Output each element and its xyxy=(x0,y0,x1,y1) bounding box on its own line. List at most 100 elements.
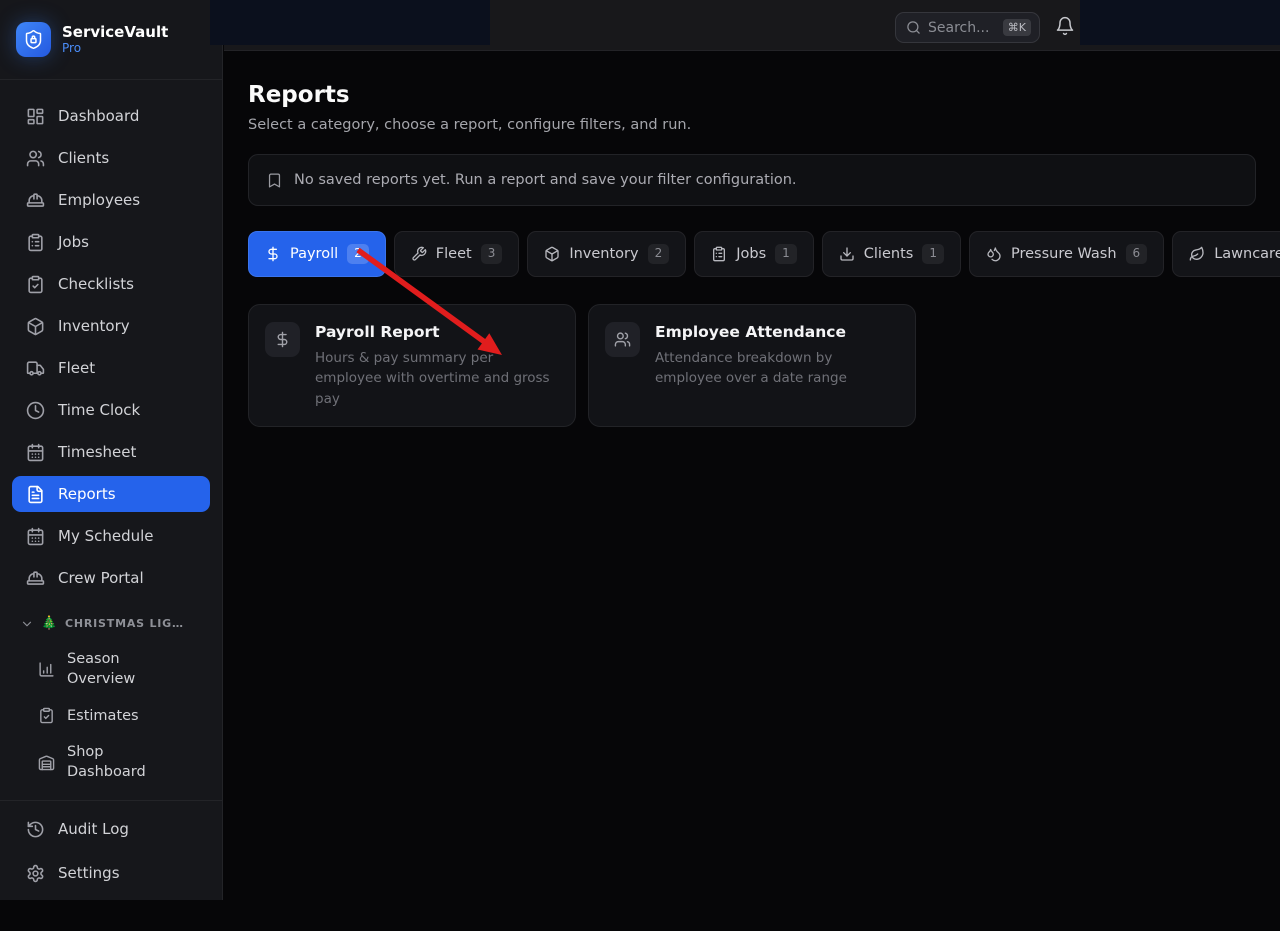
tab-jobs[interactable]: Jobs 1 xyxy=(694,231,814,277)
clipboard-check-icon xyxy=(26,275,45,294)
category-tabs: Payroll 2 Fleet 3 Inventory 2 Jobs 1 Cli… xyxy=(248,231,1256,277)
tab-label: Jobs xyxy=(736,246,766,262)
tab-label: Inventory xyxy=(569,246,638,262)
report-card-description: Hours & pay summary per employee with ov… xyxy=(315,348,555,409)
report-card-description: Attendance breakdown by employee over a … xyxy=(655,348,895,389)
chevron-down-icon xyxy=(20,617,34,631)
sidebar-item-label: Employees xyxy=(58,191,140,209)
dollar-icon xyxy=(265,322,300,357)
brand[interactable]: ServiceVault Pro xyxy=(0,0,222,80)
users-icon xyxy=(26,149,45,168)
history-icon xyxy=(26,820,45,839)
search-icon xyxy=(906,20,921,35)
sidebar-item-shop-dashboard[interactable]: Shop Dashboard xyxy=(12,734,210,791)
sidebar-item-label: Clients xyxy=(58,149,109,167)
wrench-icon xyxy=(411,246,427,262)
clipboard-check-icon xyxy=(38,707,55,724)
sidebar-item-clients[interactable]: Clients xyxy=(12,140,210,176)
package-icon xyxy=(26,317,45,336)
shield-lock-logo-icon xyxy=(16,22,51,57)
tab-label: Lawncare xyxy=(1214,246,1280,262)
tab-count-badge: 2 xyxy=(347,244,369,264)
sidebar-item-reports[interactable]: Reports xyxy=(12,476,210,512)
tab-count-badge: 3 xyxy=(481,244,503,264)
keyboard-shortcut-badge: ⌘K xyxy=(1003,19,1031,36)
sidebar-item-time-clock[interactable]: Time Clock xyxy=(12,392,210,428)
sidebar-item-label: Reports xyxy=(58,485,116,503)
sidebar-item-label: Settings xyxy=(58,864,120,882)
tab-count-badge: 1 xyxy=(922,244,944,264)
hardhat-icon xyxy=(26,191,45,210)
report-card-payroll-report[interactable]: Payroll Report Hours & pay summary per e… xyxy=(248,304,576,427)
tab-fleet[interactable]: Fleet 3 xyxy=(394,231,520,277)
sidebar-item-label: Checklists xyxy=(58,275,134,293)
calendar-icon xyxy=(26,527,45,546)
bell-icon[interactable] xyxy=(1055,16,1075,36)
sidebar-item-season-overview[interactable]: Season Overview xyxy=(12,641,210,698)
tab-label: Clients xyxy=(864,246,914,262)
droplets-icon xyxy=(986,246,1002,262)
sidebar-item-dashboard[interactable]: Dashboard xyxy=(12,98,210,134)
clock-icon xyxy=(26,401,45,420)
tab-label: Payroll xyxy=(290,246,338,262)
sidebar-item-label: Timesheet xyxy=(58,443,136,461)
sidebar-item-inventory[interactable]: Inventory xyxy=(12,308,210,344)
leaf-icon xyxy=(1189,246,1205,262)
tab-count-badge: 1 xyxy=(775,244,797,264)
sidebar-item-label: Shop Dashboard xyxy=(67,742,179,783)
tab-inventory[interactable]: Inventory 2 xyxy=(527,231,686,277)
file-text-icon xyxy=(26,485,45,504)
tab-label: Fleet xyxy=(436,246,472,262)
report-card-title: Payroll Report xyxy=(315,322,555,342)
report-card-employee-attendance[interactable]: Employee Attendance Attendance breakdown… xyxy=(588,304,916,427)
sidebar-item-jobs[interactable]: Jobs xyxy=(12,224,210,260)
sidebar-item-label: Dashboard xyxy=(58,107,139,125)
tab-lawncare[interactable]: Lawncare 8 xyxy=(1172,231,1280,277)
download-icon xyxy=(839,246,855,262)
hardhat-icon xyxy=(26,569,45,588)
sidebar-item-fleet[interactable]: Fleet xyxy=(12,350,210,386)
section-label: CHRISTMAS LIG… xyxy=(65,617,184,630)
clipboard-list-icon xyxy=(711,246,727,262)
bookmark-icon xyxy=(266,172,283,189)
brand-tier: Pro xyxy=(62,41,168,55)
search-box[interactable]: ⌘K xyxy=(895,12,1040,43)
sidebar-item-crew-portal[interactable]: Crew Portal xyxy=(12,560,210,596)
sidebar-item-audit-log[interactable]: Audit Log xyxy=(12,811,210,847)
sidebar-item-label: Audit Log xyxy=(58,820,129,838)
report-card-title: Employee Attendance xyxy=(655,322,895,342)
sidebar-footer: Audit Log Settings xyxy=(0,801,222,931)
sidebar-item-label: Inventory xyxy=(58,317,130,335)
sidebar-item-my-schedule[interactable]: My Schedule xyxy=(12,518,210,554)
chart-column-icon xyxy=(38,661,55,678)
sidebar-item-settings[interactable]: Settings xyxy=(12,855,210,891)
tab-clients[interactable]: Clients 1 xyxy=(822,231,961,277)
sidebar-item-label: My Schedule xyxy=(58,527,154,545)
christmas-tree-icon: 🎄 xyxy=(41,616,58,631)
tab-payroll[interactable]: Payroll 2 xyxy=(248,231,386,277)
report-cards: Payroll Report Hours & pay summary per e… xyxy=(248,304,1256,427)
sidebar-item-employees[interactable]: Employees xyxy=(12,182,210,218)
brand-name: ServiceVault xyxy=(62,24,168,41)
sidebar-item-label: Time Clock xyxy=(58,401,140,419)
section-header-christmas-lights[interactable]: 🎄 CHRISTMAS LIG… xyxy=(12,616,210,631)
sidebar-item-label: Estimates xyxy=(67,706,139,726)
tab-count-badge: 6 xyxy=(1126,244,1148,264)
sidebar-item-label: Jobs xyxy=(58,233,89,251)
search-input[interactable] xyxy=(928,20,996,36)
sidebar-nav: Dashboard Clients Employees Jobs Checkli… xyxy=(0,80,222,790)
tab-pressure-wash[interactable]: Pressure Wash 6 xyxy=(969,231,1164,277)
main-content: Reports Select a category, choose a repo… xyxy=(224,52,1280,900)
sidebar-item-label: Fleet xyxy=(58,359,95,377)
sidebar-item-timesheet[interactable]: Timesheet xyxy=(12,434,210,470)
users-icon xyxy=(605,322,640,357)
sidebar-item-label: Season Overview xyxy=(67,649,179,690)
gear-icon xyxy=(26,864,45,883)
sidebar-section-christmas-lights: 🎄 CHRISTMAS LIG… Season Overview Estimat… xyxy=(12,616,210,790)
sidebar-item-label: Crew Portal xyxy=(58,569,144,587)
sidebar-item-estimates[interactable]: Estimates xyxy=(12,698,210,734)
dollar-icon xyxy=(265,246,281,262)
sidebar-item-checklists[interactable]: Checklists xyxy=(12,266,210,302)
sidebar: ServiceVault Pro Dashboard Clients Emplo… xyxy=(0,0,223,900)
tab-label: Pressure Wash xyxy=(1011,246,1117,262)
